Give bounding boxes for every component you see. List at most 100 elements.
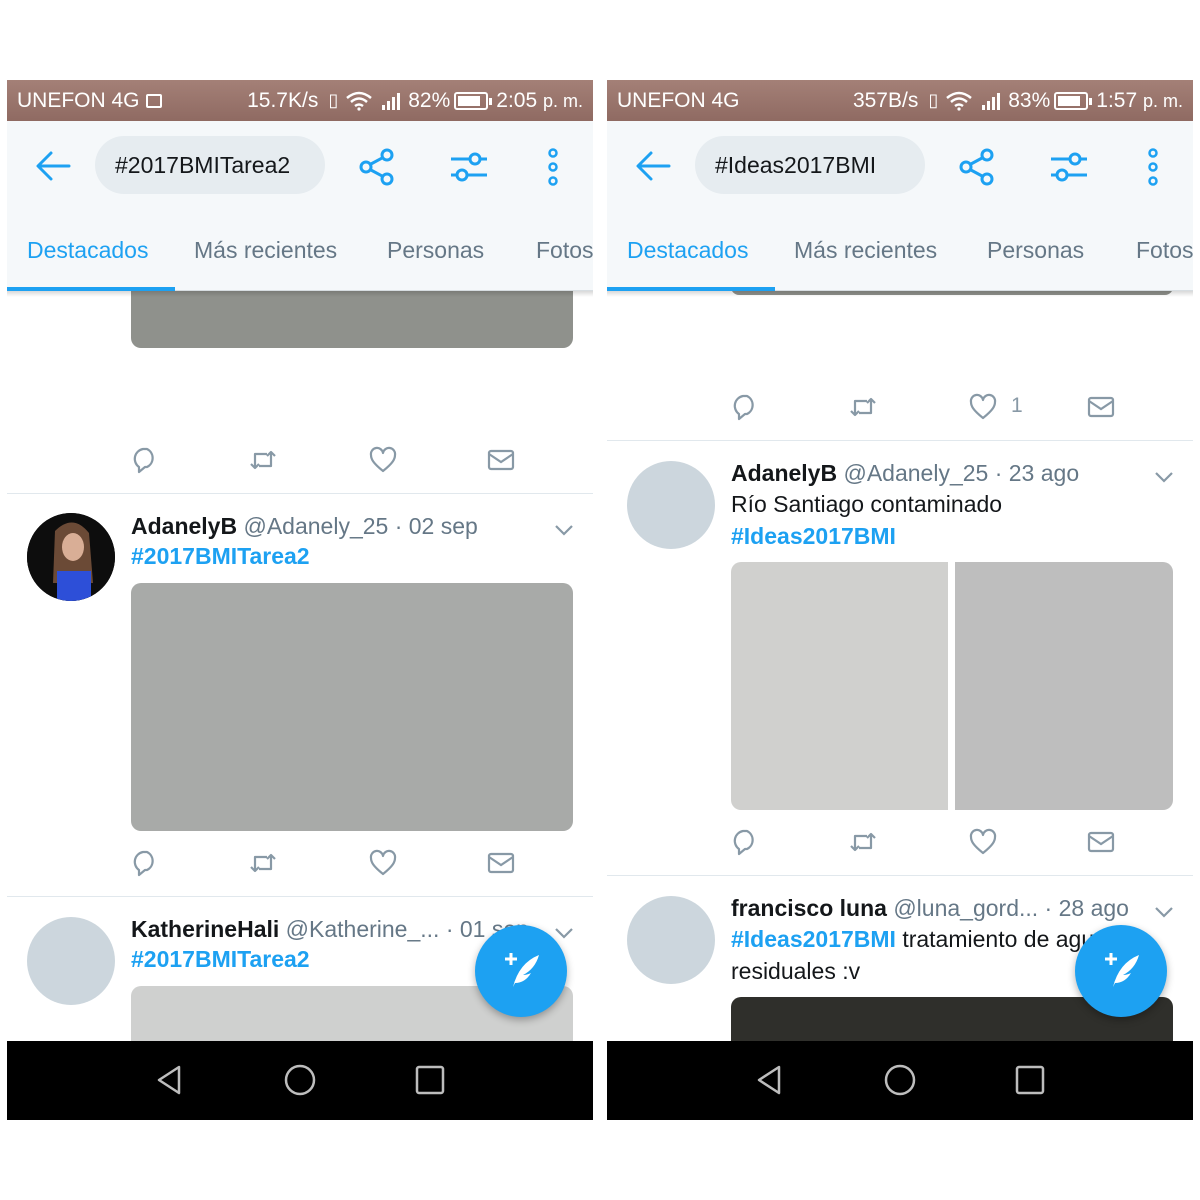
tweet-media[interactable]	[955, 562, 1173, 810]
more-vertical-icon[interactable]	[1139, 147, 1167, 187]
compose-tweet-button[interactable]	[1075, 925, 1167, 1017]
tweet-author-name[interactable]: francisco luna	[731, 895, 887, 921]
tab-fotos[interactable]: Fotos	[536, 237, 593, 264]
tweet-media[interactable]	[131, 583, 573, 831]
heart-icon[interactable]	[369, 849, 397, 877]
heart-icon[interactable]	[369, 446, 397, 474]
tab-mas-recientes[interactable]: Más recientes	[194, 237, 337, 264]
tab-destacados[interactable]: Destacados	[27, 237, 148, 264]
nav-recents-icon[interactable]	[1013, 1063, 1047, 1097]
tweet-actions: 1	[731, 393, 1131, 423]
hashtag-link[interactable]: #2017BMITarea2	[131, 946, 310, 972]
tweet-header: AdanelyB @Adanely_25 · 23 ago	[731, 460, 1079, 487]
retweet-icon[interactable]	[249, 446, 277, 474]
envelope-icon[interactable]	[1087, 828, 1115, 856]
tab-fotos[interactable]: Fotos	[1136, 237, 1193, 264]
tweet-handle: @luna_gord...	[893, 895, 1039, 921]
wifi-icon	[346, 91, 373, 111]
battery-icon	[454, 91, 493, 110]
compose-tweet-icon	[505, 953, 539, 987]
tweet-header: KatherineHali @Katherine_... · 01 sep	[131, 916, 529, 943]
signal-icon	[382, 92, 401, 110]
tweet-media[interactable]	[131, 291, 573, 348]
retweet-icon[interactable]	[849, 393, 877, 421]
avatar[interactable]	[627, 896, 715, 984]
status-bar: UNEFON 4G 357B/s ▯ 83% 1:57 p. m.	[607, 80, 1193, 121]
like-count: 1	[1011, 394, 1023, 417]
tweet-header: francisco luna @luna_gord... · 28 ago	[731, 895, 1129, 922]
tweet-text: #2017BMITarea2	[131, 540, 310, 572]
compose-tweet-button[interactable]	[475, 925, 567, 1017]
image-notification-icon	[145, 93, 162, 108]
tab-destacados[interactable]: Destacados	[627, 237, 748, 264]
hashtag-link[interactable]: #Ideas2017BMI	[731, 926, 896, 952]
reply-icon[interactable]	[131, 446, 159, 474]
tweet-divider	[7, 493, 593, 494]
tweet-handle: @Adanely_25	[243, 513, 389, 539]
avatar[interactable]	[627, 461, 715, 549]
status-bar: UNEFON 4G 15.7K/s ▯ 82% 2:05 p. m.	[7, 80, 593, 121]
reply-icon[interactable]	[731, 828, 759, 856]
back-arrow-icon[interactable]	[635, 149, 671, 183]
tweet-media[interactable]	[731, 562, 948, 810]
clock: 2:05 p. m.	[496, 88, 583, 112]
tweet-actions	[731, 828, 1131, 858]
search-query-field[interactable]: #Ideas2017BMI	[695, 136, 925, 194]
chevron-down-icon[interactable]	[1154, 470, 1174, 484]
envelope-icon[interactable]	[1087, 393, 1115, 421]
filter-icon[interactable]	[449, 147, 489, 187]
battery-icon	[1054, 91, 1093, 110]
right-screenshot: UNEFON 4G 357B/s ▯ 83% 1:57 p. m. #Ideas…	[607, 80, 1193, 1120]
reply-icon[interactable]	[131, 849, 159, 877]
share-icon[interactable]	[357, 147, 397, 187]
search-tabs: Destacados Más recientes Personas Fotos	[7, 211, 593, 291]
hashtag-link[interactable]: #2017BMITarea2	[131, 543, 310, 569]
tab-mas-recientes[interactable]: Más recientes	[794, 237, 937, 264]
network-speed: 357B/s	[852, 88, 919, 112]
carrier-label: UNEFON 4G	[617, 88, 740, 112]
chevron-down-icon[interactable]	[1154, 905, 1174, 919]
tweet-text: #2017BMITarea2	[131, 943, 310, 975]
tweet-handle: @Adanely_25	[843, 460, 989, 486]
heart-icon[interactable]	[969, 828, 997, 856]
hashtag-link[interactable]: #Ideas2017BMI	[731, 523, 896, 549]
filter-icon[interactable]	[1049, 147, 1089, 187]
search-query-field[interactable]: #2017BMITarea2	[95, 136, 325, 194]
android-nav-bar	[7, 1041, 593, 1120]
tweet-divider	[607, 875, 1193, 876]
chevron-down-icon[interactable]	[554, 523, 574, 537]
tab-personas[interactable]: Personas	[987, 237, 1084, 264]
tweet-author-name[interactable]: AdanelyB	[131, 513, 237, 539]
nav-back-icon[interactable]	[753, 1063, 787, 1097]
vibrate-icon: ▯	[328, 90, 339, 110]
more-vertical-icon[interactable]	[539, 147, 567, 187]
retweet-icon[interactable]	[249, 849, 277, 877]
wifi-icon	[946, 91, 973, 111]
nav-home-icon[interactable]	[283, 1063, 317, 1097]
heart-icon[interactable]	[969, 393, 997, 421]
envelope-icon[interactable]	[487, 849, 515, 877]
tweet-author-name[interactable]: AdanelyB	[731, 460, 837, 486]
signal-icon	[982, 92, 1001, 110]
tweet-time: · 28 ago	[1044, 895, 1129, 921]
search-tabs: Destacados Más recientes Personas Fotos	[607, 211, 1193, 291]
tabs-shadow	[607, 291, 1193, 297]
tweet-author-name[interactable]: KatherineHali	[131, 916, 279, 942]
network-speed: 15.7K/s	[247, 88, 319, 112]
carrier-label: UNEFON 4G	[17, 88, 140, 112]
nav-back-icon[interactable]	[153, 1063, 187, 1097]
left-screenshot: UNEFON 4G 15.7K/s ▯ 82% 2:05 p. m. #2017…	[7, 80, 593, 1120]
tab-personas[interactable]: Personas	[387, 237, 484, 264]
nav-home-icon[interactable]	[883, 1063, 917, 1097]
envelope-icon[interactable]	[487, 446, 515, 474]
reply-icon[interactable]	[731, 393, 759, 421]
tabs-shadow	[7, 291, 593, 297]
retweet-icon[interactable]	[849, 828, 877, 856]
back-arrow-icon[interactable]	[35, 149, 71, 183]
nav-recents-icon[interactable]	[413, 1063, 447, 1097]
vibrate-icon: ▯	[928, 90, 939, 110]
share-icon[interactable]	[957, 147, 997, 187]
avatar[interactable]	[27, 917, 115, 1005]
avatar[interactable]	[27, 513, 115, 601]
battery-percent: 83%	[1008, 88, 1051, 112]
